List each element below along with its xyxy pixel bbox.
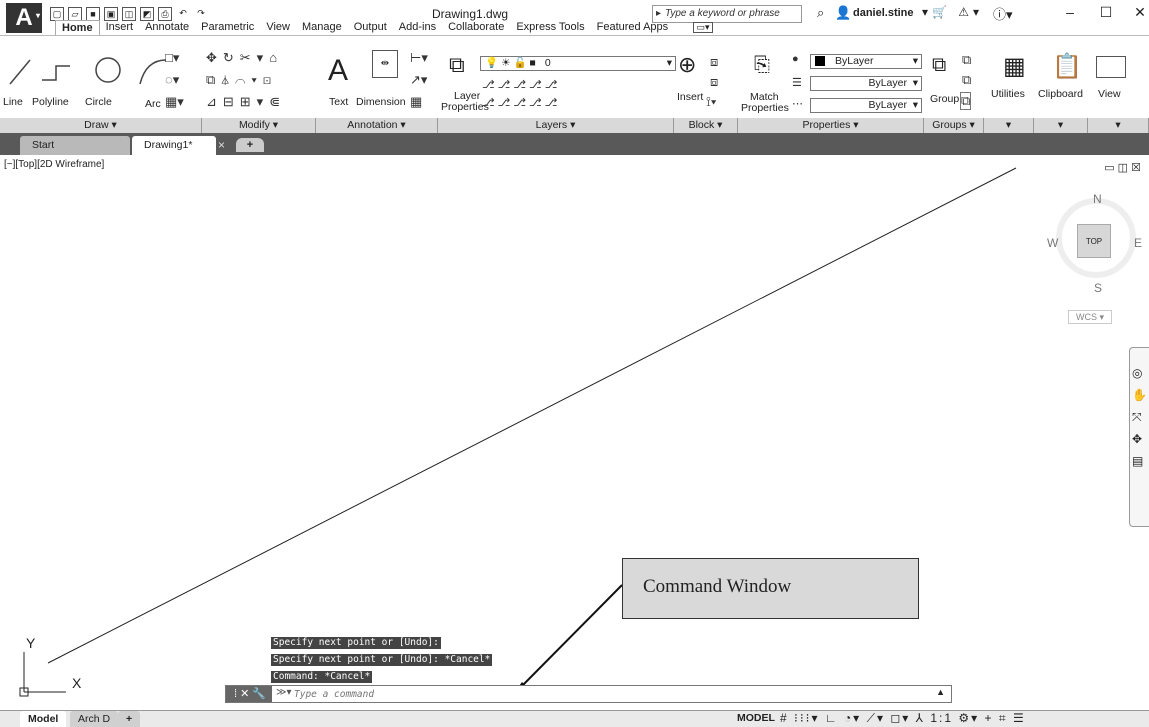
wcs-menu[interactable]: WCS ▾ [1068,310,1112,324]
workspace-gear-icon[interactable]: ⚙▾ [958,711,979,725]
layout-tab-model[interactable]: Model [20,711,67,727]
command-input[interactable] [294,686,894,702]
status-toggles[interactable]: # ⁝⁝⁝▾ ∟ ◔▾ ⟋▾ ◻▾ ⅄ 1:1 ⚙▾ + ⌗ ☰ [780,711,1026,726]
customize-icon[interactable]: ☰ [1013,711,1026,725]
ucs-y-label: Y [26,635,36,651]
layout-tab-arch-d[interactable]: Arch D [70,711,119,727]
grid-icon[interactable]: # [780,711,789,725]
ucs-x-label: X [72,675,82,691]
snap-icon[interactable]: ⁝⁝⁝▾ [794,711,819,725]
navigation-bar[interactable]: ◎ ✋ ⤧ ✥ ▤ [1129,347,1149,527]
isodraft-icon[interactable]: ⟋▾ [867,711,885,725]
compass-north[interactable]: N [1093,192,1102,206]
polar-icon[interactable]: ◔▾ [844,711,861,725]
command-history-line: Command: *Cancel* [271,671,373,683]
navigation-tools-icons[interactable]: ◎ ✋ ⤧ ✥ ▤ [1130,348,1149,472]
callout-arrow [519,584,623,689]
plus-icon[interactable]: + [985,711,994,725]
osnap-icon[interactable]: ◻▾ [890,711,910,725]
command-prompt-icon[interactable]: ≫▾ [276,687,292,698]
model-space-toggle[interactable]: MODEL [737,712,775,724]
annotation-scale-icon[interactable]: ⅄ [916,711,925,725]
new-layout-button[interactable]: + [118,711,141,727]
command-history-line: Specify next point or [Undo]: *Cancel* [271,654,493,666]
scale-label[interactable]: 1:1 [930,711,953,725]
isolate-icon[interactable]: ⌗ [999,711,1008,725]
compass-west[interactable]: W [1047,236,1058,250]
compass-south[interactable]: S [1094,281,1102,295]
command-window: ⁞ ✕ 🔧 ≫▾ ▲ [225,685,952,703]
drawing-canvas [19,167,1017,697]
status-bar: Model Arch D + MODEL # ⁝⁝⁝▾ ∟ ◔▾ ⟋▾ ◻▾ ⅄… [0,710,1149,727]
command-history-line: Specify next point or [Undo]: [271,637,441,649]
command-window-callout: Command Window [622,558,919,619]
command-window-handle[interactable]: ⁞ ✕ 🔧 [226,686,272,702]
viewcube-top-face[interactable]: TOP [1077,224,1111,258]
compass-east[interactable]: E [1134,236,1142,250]
ortho-icon[interactable]: ∟ [825,711,839,725]
command-history-expand-icon[interactable]: ▲ [936,687,945,697]
